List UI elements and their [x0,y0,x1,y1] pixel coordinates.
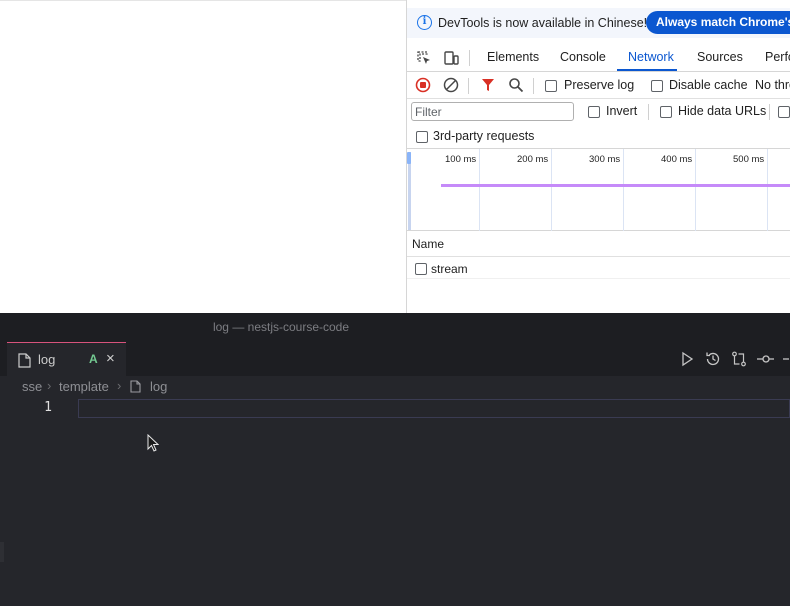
network-timeline-overview[interactable]: 100 ms 200 ms 300 ms 400 ms 500 ms [407,149,790,231]
editor-titlebar: log — nestjs-course-code [0,313,790,340]
timeline-gridline [695,149,696,231]
device-toolbar-icon[interactable] [443,50,459,66]
tab-label: log [38,352,56,367]
editor-tab-log[interactable]: log A × [7,342,126,376]
browser-window: i DevTools is now available in Chinese! … [0,0,790,313]
devtools-tab-bar: Elements Console Network Sources Perfo [407,45,790,72]
current-line-highlight[interactable] [78,399,790,418]
third-party-checkbox[interactable] [416,131,428,143]
record-stop-icon[interactable] [415,77,431,93]
name-column-header[interactable]: Name [412,237,444,251]
editor-tab-bar: log A × [0,340,790,376]
timeline-gridline [767,149,768,231]
timeline-tick-label: 100 ms [445,154,477,165]
line-number: 1 [44,400,52,415]
timeline-tick-label: 200 ms [517,154,549,165]
timeline-gridline [551,149,552,231]
toolbar-divider [533,78,534,94]
preserve-log-checkbox[interactable] [545,80,557,92]
hide-data-urls-checkbox[interactable] [660,106,672,118]
breadcrumb-item-template[interactable]: template [59,379,109,394]
code-area[interactable]: 1 [0,398,790,419]
request-waterfall-bar [441,184,790,187]
mouse-pointer-icon [147,434,159,452]
toolbar-divider [648,104,649,120]
history-icon[interactable] [704,350,722,368]
filter-toolbar: Invert Hide data URLs [407,99,790,125]
timeline-handle-grip[interactable] [407,152,411,164]
timeline-gridline [479,149,480,231]
invert-checkbox[interactable] [588,106,600,118]
third-party-label: 3rd-party requests [433,129,535,143]
close-icon[interactable]: × [106,350,115,367]
extra-filter-checkbox[interactable] [778,106,790,118]
inspect-element-icon[interactable] [416,50,432,66]
filter-icon[interactable] [480,77,496,93]
toolbar-divider [468,78,469,94]
file-icon [130,380,141,393]
timeline-tick-label: 400 ms [661,154,693,165]
throttling-select[interactable]: No thro [755,78,790,92]
network-toolbar: Preserve log Disable cache No thro [407,73,790,99]
table-row[interactable]: stream [407,257,790,279]
breadcrumb-item-log[interactable]: log [150,379,167,394]
info-icon: i [417,15,432,30]
tab-elements[interactable]: Elements [487,50,539,64]
toolbar-divider [769,104,770,120]
file-icon [18,353,31,368]
clear-icon[interactable] [443,77,459,93]
active-tab-indicator [617,69,677,71]
timeline-gridline [623,149,624,231]
code-editor-window: log — nestjs-course-code log A × sse › t… [0,313,790,606]
search-icon[interactable] [508,77,524,93]
scrollbar-indicator[interactable] [0,542,4,562]
hide-data-urls-label: Hide data URLs [678,104,767,118]
window-title: log — nestjs-course-code [212,320,350,334]
breadcrumb: sse › template › log [0,376,790,398]
invert-label: Invert [606,104,638,118]
devtools-panel: i DevTools is now available in Chinese! … [406,0,790,313]
preserve-log-label: Preserve log [564,78,635,92]
tab-console[interactable]: Console [560,50,606,64]
breadcrumb-item-sse[interactable]: sse [22,379,42,394]
more-actions-icon[interactable] [781,350,790,368]
third-party-toolbar: 3rd-party requests [407,125,790,149]
match-language-button[interactable]: Always match Chrome's la [646,11,790,34]
row-checkbox[interactable] [415,263,427,275]
tab-performance[interactable]: Perfo [765,50,790,64]
chevron-right-icon: › [47,378,52,393]
disable-cache-checkbox[interactable] [651,80,663,92]
timeline-tick-label: 300 ms [589,154,621,165]
language-infobar: i DevTools is now available in Chinese! … [407,8,790,38]
filter-input[interactable] [411,102,574,121]
request-name[interactable]: stream [431,262,468,276]
timeline-tick-label: 500 ms [733,154,765,165]
compare-changes-icon[interactable] [730,350,748,368]
git-commit-icon[interactable] [756,350,774,368]
tab-sources[interactable]: Sources [697,50,743,64]
tab-network[interactable]: Network [628,50,674,64]
git-status-badge: A [89,352,98,366]
chevron-right-icon: › [117,378,122,393]
requests-table-header[interactable]: Name [407,231,790,257]
disable-cache-label: Disable cache [669,78,748,92]
run-icon[interactable] [678,350,696,368]
tab-divider [469,50,470,66]
page-viewport[interactable] [0,0,406,313]
infobar-message: DevTools is now available in Chinese! [438,16,648,30]
